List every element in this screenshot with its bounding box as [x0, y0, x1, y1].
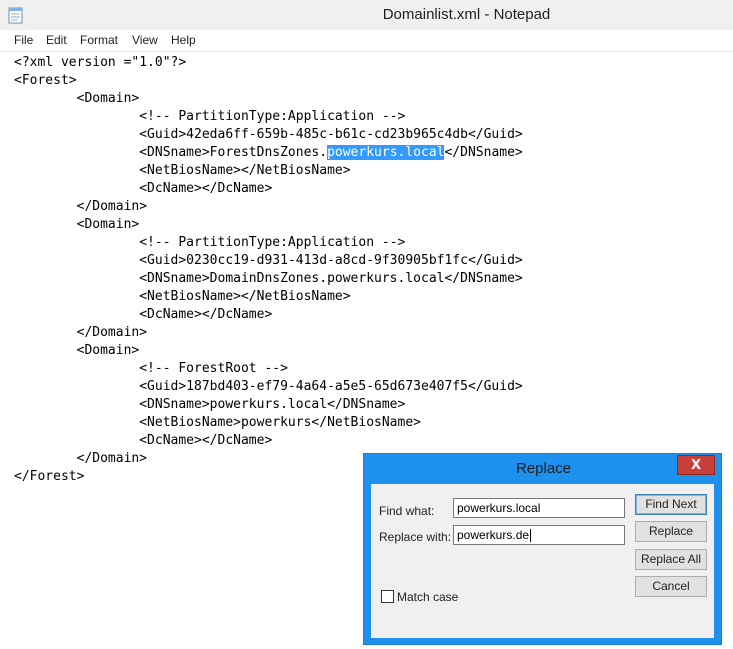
text-caret: [530, 529, 532, 543]
replace-with-input[interactable]: powerkurs.de: [453, 525, 625, 545]
editor-line: <DNSname>ForestDnsZones.powerkurs.local<…: [14, 144, 523, 162]
editor-line: <DcName></DcName>: [14, 433, 273, 448]
menu-help[interactable]: Help: [171, 33, 196, 47]
replace-dialog-body: Find what: powerkurs.local Replace with:…: [371, 484, 714, 638]
editor-line: <Domain>: [14, 91, 140, 106]
editor-line: <Guid>0230cc19-d931-413d-a8cd-9f30905bf1…: [14, 253, 523, 268]
line-text: </DNSname>: [444, 145, 523, 160]
editor-line: <!-- PartitionType:Application -->: [14, 109, 406, 124]
editor-line: </Domain>: [14, 199, 148, 214]
find-what-input[interactable]: powerkurs.local: [453, 498, 625, 518]
editor-line: <!-- PartitionType:Application -->: [14, 235, 406, 250]
replace-button[interactable]: Replace: [635, 521, 707, 542]
close-button[interactable]: X: [677, 455, 715, 475]
line-text: <DNSname>ForestDnsZones.: [14, 145, 328, 160]
editor-line: <Guid>187bd403-ef79-4a64-a5e5-65d673e407…: [14, 379, 523, 394]
editor-line: <?xml version ="1.0"?>: [14, 55, 187, 70]
replace-all-button[interactable]: Replace All: [635, 549, 707, 570]
replace-with-label: Replace with:: [379, 530, 452, 544]
editor-line: <DNSname>DomainDnsZones.powerkurs.local<…: [14, 271, 523, 286]
replace-dialog: Replace X Find what: powerkurs.local Rep…: [363, 453, 722, 645]
menu-bar: File Edit Format View Help: [0, 30, 733, 50]
window-title: Domainlist.xml - Notepad: [382, 6, 551, 23]
editor-line: <NetBiosName>powerkurs</NetBiosName>: [14, 415, 421, 430]
editor-line: </Domain>: [14, 325, 148, 340]
editor-line: <NetBiosName></NetBiosName>: [14, 289, 351, 304]
menu-format[interactable]: Format: [80, 33, 118, 47]
editor-line: <!-- ForestRoot -->: [14, 361, 288, 376]
editor-line: <Forest>: [14, 73, 77, 88]
editor-line: <DNSname>powerkurs.local</DNSname>: [14, 397, 406, 412]
editor-line: <DcName></DcName>: [14, 307, 273, 322]
menu-file[interactable]: File: [14, 33, 33, 47]
editor-line: <Guid>42eda6ff-659b-485c-b61c-cd23b965c4…: [14, 127, 523, 142]
find-what-value: powerkurs.local: [457, 501, 541, 515]
find-next-button[interactable]: Find Next: [635, 494, 707, 515]
cancel-button[interactable]: Cancel: [635, 576, 707, 597]
notepad-title-bar[interactable]: Domainlist.xml - Notepad: [0, 0, 733, 30]
match-case-label[interactable]: Match case: [397, 590, 458, 604]
selected-text: powerkurs.local: [327, 145, 445, 160]
menu-edit[interactable]: Edit: [46, 33, 67, 47]
editor-line: <Domain>: [14, 217, 140, 232]
replace-dialog-title: Replace: [515, 460, 572, 477]
find-what-label: Find what:: [379, 504, 435, 518]
replace-with-value: powerkurs.de: [457, 528, 530, 542]
editor-line: <Domain>: [14, 343, 140, 358]
match-case-checkbox[interactable]: [381, 590, 394, 603]
editor-line: <NetBiosName></NetBiosName>: [14, 163, 351, 178]
editor-content[interactable]: <?xml version ="1.0"?> <Forest> <Domain> …: [14, 54, 523, 486]
menu-view[interactable]: View: [132, 33, 158, 47]
editor-line: <DcName></DcName>: [14, 181, 273, 196]
